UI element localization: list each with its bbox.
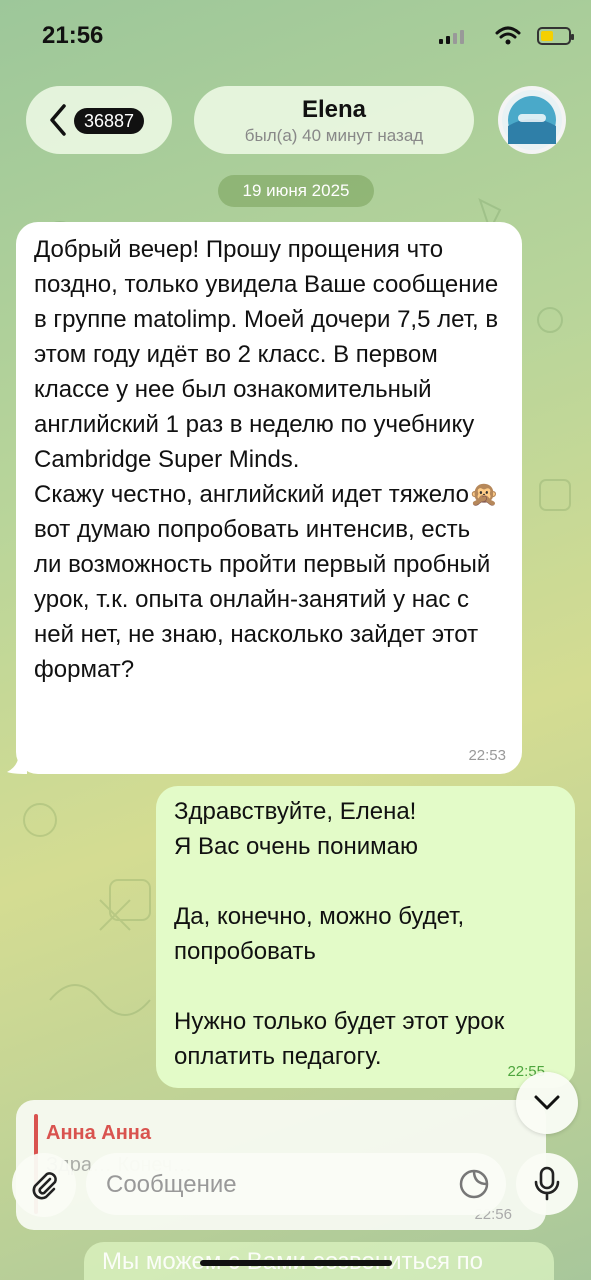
unread-count-badge: 36887 bbox=[74, 108, 144, 134]
message-input-container[interactable] bbox=[86, 1153, 506, 1215]
reply-sender: Анна Анна bbox=[46, 1122, 152, 1144]
battery-icon bbox=[537, 27, 574, 45]
status-bar: 21:56 bbox=[0, 0, 591, 70]
chevron-down-icon bbox=[534, 1095, 560, 1110]
microphone-icon bbox=[534, 1166, 560, 1201]
status-time: 21:56 bbox=[42, 22, 104, 49]
incoming-message[interactable]: Добрый вечер! Прошу прощения что поздно,… bbox=[16, 222, 522, 774]
scroll-down-button[interactable] bbox=[516, 1072, 578, 1134]
chat-header-title[interactable]: Elena был(а) 40 минут назад bbox=[194, 86, 474, 154]
last-seen-status: был(а) 40 минут назад bbox=[244, 126, 424, 145]
date-separator: 19 июня 2025 bbox=[218, 175, 374, 207]
microphone-button[interactable] bbox=[516, 1153, 578, 1215]
message-text: Здравствуйте, Елена! Я Вас очень понимаю… bbox=[174, 798, 505, 1070]
bubble-tail bbox=[7, 752, 27, 774]
wifi-icon bbox=[495, 26, 521, 45]
attach-button[interactable] bbox=[12, 1153, 76, 1217]
paperclip-icon bbox=[32, 1172, 57, 1200]
message-input[interactable] bbox=[104, 1163, 438, 1207]
sticker-icon[interactable] bbox=[458, 1168, 490, 1200]
home-indicator bbox=[200, 1260, 392, 1266]
avatar[interactable] bbox=[498, 86, 566, 154]
cellular-signal-icon bbox=[439, 30, 464, 44]
outgoing-message[interactable]: Здравствуйте, Елена! Я Вас очень понимаю… bbox=[156, 786, 575, 1088]
avatar-image bbox=[502, 90, 562, 150]
message-text: Добрый вечер! Прошу прощения что поздно,… bbox=[34, 236, 499, 683]
back-button[interactable]: 36887 bbox=[26, 86, 172, 154]
chevron-left-icon bbox=[50, 104, 66, 136]
contact-name: Elena bbox=[301, 96, 367, 123]
message-time: 22:53 bbox=[468, 747, 506, 764]
